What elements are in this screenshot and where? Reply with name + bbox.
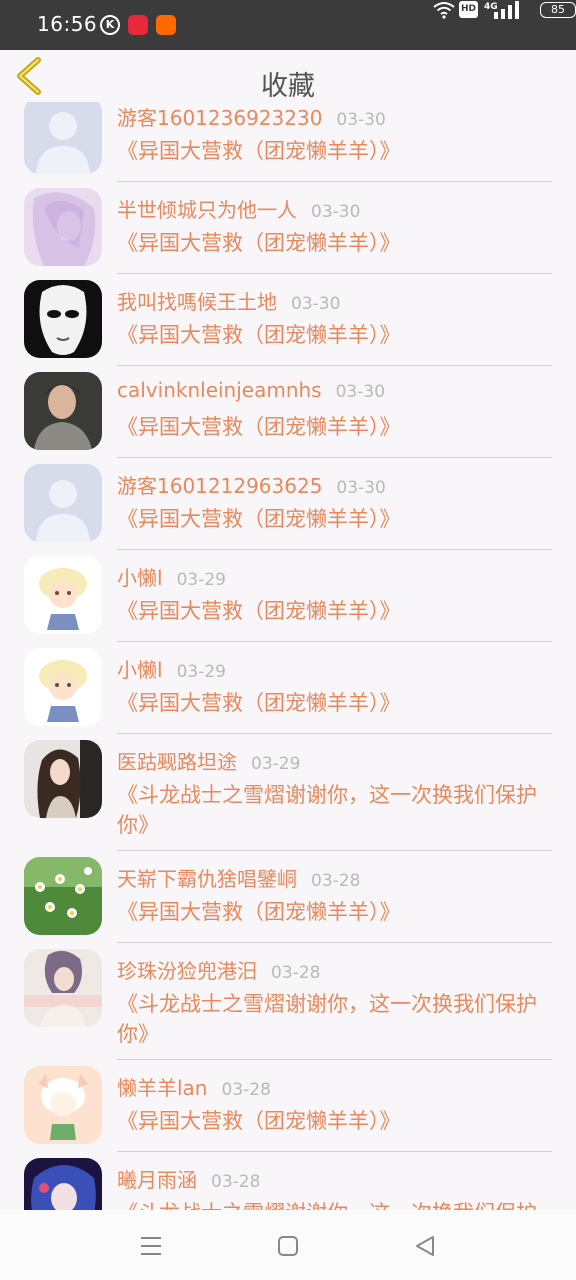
list-item[interactable]: 半世倾城只为他一人 03-30 《异国大营救（团宠懒羊羊）》	[0, 182, 576, 274]
avatar[interactable]	[24, 857, 102, 935]
book-title[interactable]: 《异国大营救（团宠懒羊羊）》	[117, 228, 552, 258]
date-label: 03-30	[336, 110, 386, 130]
default-avatar-icon	[24, 102, 102, 174]
status-bar: 16:56 K HD 4G 85	[0, 0, 576, 50]
network-label: 4G	[484, 2, 498, 12]
sheep-avatar-icon	[24, 648, 102, 726]
date-label: 03-30	[311, 202, 361, 222]
status-time: 16:56	[37, 12, 98, 36]
avatar[interactable]	[24, 372, 102, 450]
book-title[interactable]: 《斗龙战士之雪熠谢谢你，这一次换我们保护你》	[117, 989, 552, 1049]
anime-girl-avatar-icon	[24, 188, 102, 266]
user-name: 游客1601212963625	[117, 474, 323, 498]
page-title: 收藏	[261, 71, 315, 102]
list-item[interactable]: 懒羊羊lan 03-28 《异国大营救（团宠懒羊羊）》	[0, 1060, 576, 1152]
user-name: 我叫找嗎候王土地	[117, 290, 277, 314]
date-label: 03-30	[291, 294, 341, 314]
boy-avatar-icon	[24, 372, 102, 450]
date-label: 03-29	[176, 662, 226, 682]
shopping-app-icon	[128, 15, 148, 35]
hd-badge: HD	[459, 1, 478, 18]
wifi-icon	[433, 2, 455, 19]
anime-sheep-avatar-icon	[24, 1066, 102, 1144]
date-label: 03-28	[311, 871, 361, 891]
avatar[interactable]	[24, 102, 102, 174]
book-title[interactable]: 《斗龙战士之雪熠谢谢你，这一次换我们保护你》	[117, 1198, 552, 1210]
avatar[interactable]	[24, 1066, 102, 1144]
avatar[interactable]	[24, 949, 102, 1027]
user-name: 小懒l	[117, 658, 163, 682]
date-label: 03-28	[211, 1172, 261, 1192]
system-nav-bar	[0, 1210, 576, 1280]
avatar[interactable]	[24, 280, 102, 358]
anime-blue-avatar-icon	[24, 1158, 102, 1210]
book-title[interactable]: 《异国大营救（团宠懒羊羊）》	[117, 596, 552, 626]
signal-icon: 4G	[484, 1, 519, 19]
avatar[interactable]	[24, 556, 102, 634]
list-item[interactable]: 游客1601212963625 03-30 《异国大营救（团宠懒羊羊）》	[0, 458, 576, 550]
book-title[interactable]: 《异国大营救（团宠懒羊羊）》	[117, 897, 552, 927]
date-label: 03-30	[335, 382, 386, 402]
girl-avatar-icon	[24, 740, 102, 818]
user-name: 天崭下霸仇猞唱鐾峒	[117, 867, 297, 891]
menu-icon[interactable]	[139, 1234, 163, 1258]
battery-indicator: 85	[540, 2, 576, 18]
list-item[interactable]: 游客1601236923230 03-30 《异国大营救（团宠懒羊羊）》	[0, 102, 576, 182]
date-label: 03-29	[251, 754, 301, 774]
list-item[interactable]: 珍珠汾猃兜港汨 03-28 《斗龙战士之雪熠谢谢你，这一次换我们保护你》	[0, 943, 576, 1060]
default-avatar-icon	[24, 464, 102, 542]
taobao-app-icon	[156, 15, 176, 35]
list-item[interactable]: 曦月雨涵 03-28 《斗龙战士之雪熠谢谢你，这一次换我们保护你》	[0, 1152, 576, 1210]
user-name: 游客1601236923230	[117, 106, 323, 130]
book-title[interactable]: 《异国大营救（团宠懒羊羊）》	[117, 688, 552, 718]
home-square-icon[interactable]	[276, 1234, 300, 1258]
date-label: 03-29	[176, 570, 226, 590]
k-app-icon: K	[100, 15, 120, 35]
date-label: 03-30	[336, 478, 386, 498]
list-item[interactable]: 小懒l 03-29 《异国大营救（团宠懒羊羊）》	[0, 550, 576, 642]
user-name: 半世倾城只为他一人	[117, 198, 297, 222]
user-name: 懒羊羊lan	[117, 1076, 208, 1100]
mask-avatar-icon	[24, 280, 102, 358]
list-item[interactable]: 小懒l 03-29 《异国大营救（团宠懒羊羊）》	[0, 642, 576, 734]
avatar[interactable]	[24, 1158, 102, 1210]
user-name: 小懒l	[117, 566, 163, 590]
book-title[interactable]: 《异国大营救（团宠懒羊羊）》	[117, 504, 552, 534]
list-item[interactable]: calvinknleinjeamnhs 03-30 《异国大营救（团宠懒羊羊）》	[0, 366, 576, 458]
avatar[interactable]	[24, 188, 102, 266]
user-name: calvinknleinjeamnhs	[117, 378, 322, 402]
back-triangle-icon[interactable]	[413, 1234, 437, 1258]
book-title[interactable]: 《异国大营救（团宠懒羊羊）》	[117, 136, 552, 166]
list-item[interactable]: 我叫找嗎候王土地 03-30 《异国大营救（团宠懒羊羊）》	[0, 274, 576, 366]
user-name: 医跍觋路坦途	[117, 750, 237, 774]
date-label: 03-28	[271, 963, 321, 983]
avatar[interactable]	[24, 740, 102, 818]
purple-hair-avatar-icon	[24, 949, 102, 1027]
list-item[interactable]: 天崭下霸仇猞唱鐾峒 03-28 《异国大营救（团宠懒羊羊）》	[0, 851, 576, 943]
book-title[interactable]: 《异国大营救（团宠懒羊羊）》	[117, 412, 552, 442]
list-item[interactable]: 医跍觋路坦途 03-29 《斗龙战士之雪熠谢谢你，这一次换我们保护你》	[0, 734, 576, 851]
book-title[interactable]: 《斗龙战士之雪熠谢谢你，这一次换我们保护你》	[117, 780, 552, 840]
book-title[interactable]: 《异国大营救（团宠懒羊羊）》	[117, 320, 552, 350]
book-title[interactable]: 《异国大营救（团宠懒羊羊）》	[117, 1106, 552, 1136]
user-name: 珍珠汾猃兜港汨	[117, 959, 257, 983]
avatar[interactable]	[24, 464, 102, 542]
header: 收藏	[0, 50, 576, 102]
avatar[interactable]	[24, 648, 102, 726]
sheep-avatar-icon	[24, 556, 102, 634]
user-name: 曦月雨涵	[117, 1168, 197, 1192]
flowers-avatar-icon	[24, 857, 102, 935]
date-label: 03-28	[221, 1080, 271, 1100]
favorites-list[interactable]: 游客1601236923230 03-30 《异国大营救（团宠懒羊羊）》 半世倾城…	[0, 102, 576, 1210]
